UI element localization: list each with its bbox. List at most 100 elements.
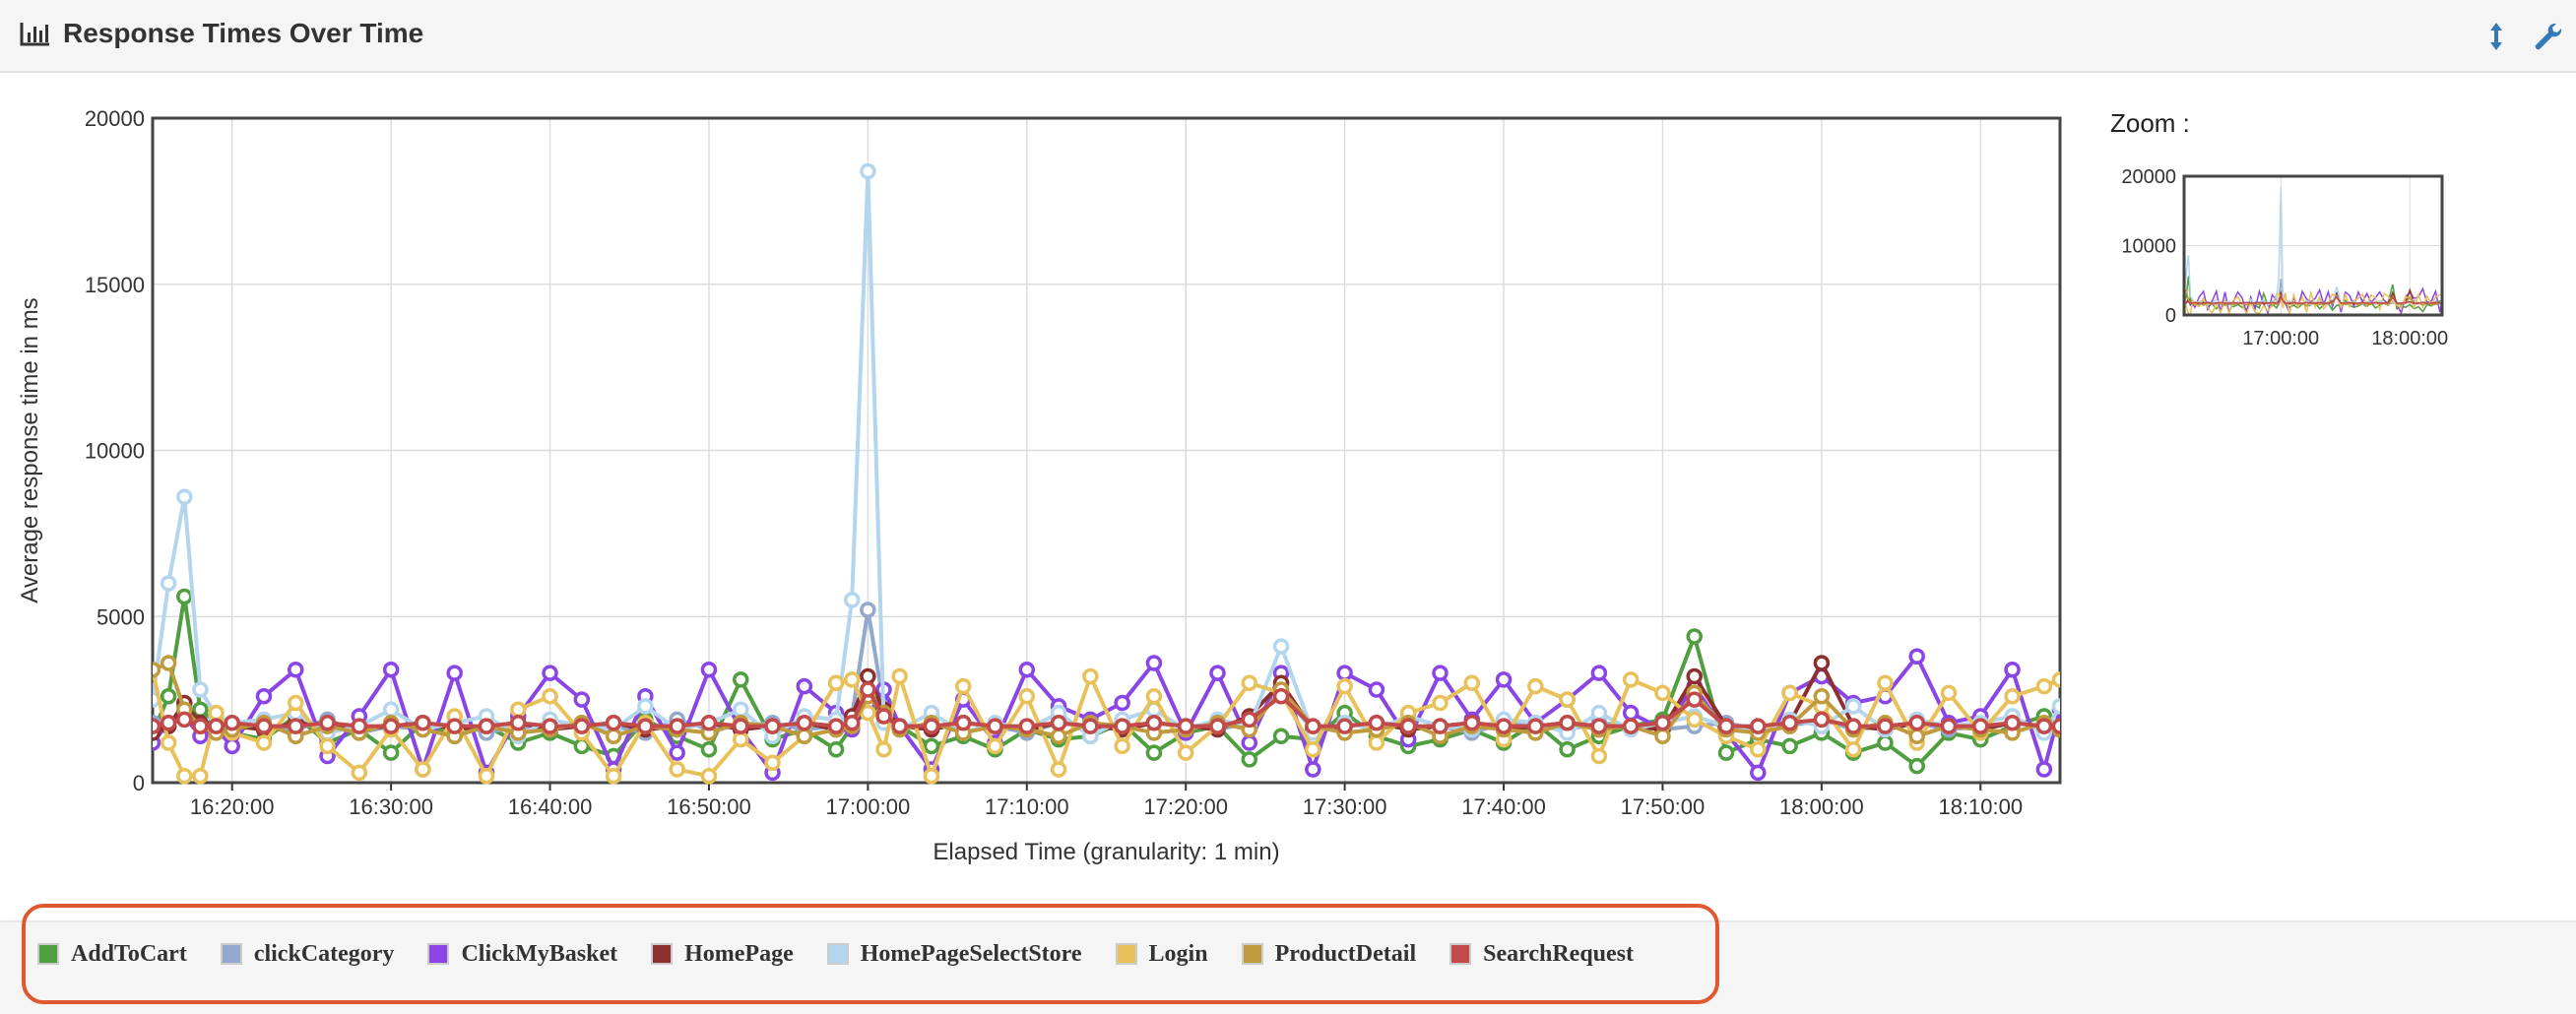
data-point [2051, 698, 2060, 715]
legend-item-AddToCart[interactable]: AddToCart [37, 941, 187, 968]
x-tick-label: 17:20:00 [1143, 794, 1228, 819]
panel-header: Response Times Over Time [0, 0, 2576, 73]
data-point [160, 734, 177, 751]
data-point [987, 718, 1003, 734]
data-point [1018, 718, 1036, 734]
data-point [1114, 718, 1130, 734]
chart-legend: AddToCart clickCategory ClickMyBasket HomeP… [22, 904, 1719, 1004]
data-point [875, 741, 892, 758]
data-point [1908, 757, 1925, 775]
data-point [1336, 665, 1353, 681]
x-tick-label: 17:10:00 [985, 794, 1069, 819]
data-point [192, 718, 209, 734]
data-point [176, 488, 193, 505]
data-point [923, 718, 940, 734]
data-point [1622, 718, 1640, 734]
data-point [1305, 761, 1321, 778]
data-point [255, 718, 273, 734]
legend-item-ProductDetail[interactable]: ProductDetail [1241, 940, 1417, 968]
data-point [923, 768, 940, 785]
data-point [1686, 691, 1703, 708]
data-point [1114, 694, 1130, 712]
data-point [1399, 718, 1417, 734]
data-point [891, 718, 908, 734]
data-point [319, 715, 336, 731]
data-point [510, 715, 527, 731]
data-point [1781, 737, 1798, 755]
data-point [732, 701, 749, 718]
data-point [1305, 718, 1321, 734]
x-tick-label: 17:00:00 [826, 794, 911, 819]
data-point [1813, 711, 1831, 729]
data-point [605, 728, 622, 744]
data-point [288, 694, 304, 712]
zoom-overview-chart[interactable]: 0 10000 20000 17:00:00 18:00:00 [2097, 103, 2491, 379]
data-point [1177, 718, 1194, 734]
data-point [1717, 718, 1735, 734]
data-point [1844, 741, 1862, 758]
data-point [954, 715, 972, 731]
data-point [2051, 718, 2060, 734]
data-point [1527, 677, 1544, 695]
legend-item-ClickMyBasket[interactable]: ClickMyBasket [427, 941, 617, 968]
data-point [954, 677, 972, 695]
data-point [446, 665, 463, 681]
data-point [1717, 744, 1735, 761]
legend-item-SearchRequest[interactable]: SearchRequest [1449, 941, 1634, 968]
data-point [1018, 688, 1036, 705]
data-point [637, 698, 654, 715]
response-time-chart[interactable]: 0 5000 10000 15000 20000 16:20:00 16:30:00 16:4… [0, 89, 2107, 896]
data-point [192, 701, 209, 718]
legend-swatch [826, 943, 849, 965]
data-point [510, 701, 527, 718]
data-point [605, 715, 622, 731]
x-tick-label: 18:10:00 [1938, 794, 2023, 819]
data-point [1813, 688, 1831, 705]
data-point [1241, 734, 1258, 751]
zoom-y-tick-label: 0 [2165, 305, 2176, 327]
legend-item-Login[interactable]: Login [1115, 941, 1208, 968]
data-point [1495, 718, 1513, 734]
x-tick-label: 16:40:00 [508, 794, 593, 819]
data-point [1877, 674, 1894, 691]
wrench-icon[interactable] [2531, 20, 2564, 53]
data-point [1654, 715, 1671, 731]
data-point [1463, 715, 1481, 731]
data-point [1940, 684, 1958, 702]
data-point [1750, 718, 1767, 734]
data-point [1590, 665, 1608, 681]
zoom-x-tick-label: 18:00:00 [2371, 328, 2448, 349]
legend-label: HomePageSelectStore [860, 940, 1082, 967]
legend-item-HomePage[interactable]: HomePage [651, 941, 794, 968]
legend-swatch [1241, 943, 1263, 965]
data-point [1272, 728, 1290, 744]
data-point [860, 602, 876, 618]
legend-item-clickCategory[interactable]: clickCategory [220, 941, 394, 968]
data-point [1050, 728, 1067, 744]
data-point [153, 718, 161, 734]
data-point [669, 761, 685, 778]
data-point [1368, 681, 1385, 698]
legend-label: ClickMyBasket [461, 940, 618, 967]
data-point [382, 662, 400, 678]
legend-item-HomePageSelectStore[interactable]: HomePageSelectStore [826, 940, 1082, 968]
x-tick-label: 17:30:00 [1303, 794, 1387, 819]
data-point [1050, 715, 1067, 731]
data-point [1908, 715, 1925, 731]
legend-label: ProductDetail [1274, 940, 1417, 967]
y-tick-label: 20000 [85, 106, 145, 131]
data-point [669, 744, 685, 761]
data-point [176, 768, 193, 785]
data-point [2035, 761, 2053, 778]
y-tick-label: 5000 [97, 604, 145, 629]
data-point [1209, 665, 1226, 681]
y-axis-label: Average response time in ms [17, 297, 43, 602]
vertical-resize-icon[interactable] [2479, 20, 2513, 53]
data-point [2004, 715, 2021, 731]
data-point [1527, 718, 1544, 734]
data-point [1686, 628, 1703, 645]
data-point [224, 715, 240, 731]
x-tick-label: 16:50:00 [667, 794, 751, 819]
data-point [700, 715, 718, 731]
data-point [415, 761, 431, 778]
